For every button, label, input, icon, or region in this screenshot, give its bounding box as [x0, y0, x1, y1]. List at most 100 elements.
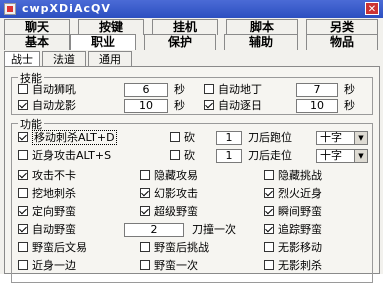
auto-dragon-checkbox[interactable]: 自动龙影 — [18, 98, 76, 113]
dig-stab-check[interactable] — [18, 188, 28, 198]
tab-items[interactable]: 物品 — [306, 34, 378, 50]
tab-script[interactable]: 脚本 — [226, 19, 298, 35]
no-lag-attack-checkbox[interactable]: 攻击不卡 — [18, 168, 76, 183]
tab-assist[interactable]: 辅助 — [224, 34, 298, 50]
chop-run-dropdown[interactable]: 十字 ▼ — [316, 131, 368, 145]
tab-warrior[interactable]: 战士 — [4, 51, 40, 67]
auto-shout-seconds-input[interactable]: 6 — [124, 83, 168, 97]
functions-group: 功能 移动刺杀ALT+D 砍 1 刀后跑位 十字 ▼ 近身攻击ALT+S 砍 1… — [11, 116, 373, 283]
tab-chat[interactable]: 聊天 — [4, 19, 70, 35]
instant-barbarian-label: 瞬间野蛮 — [278, 205, 322, 218]
auto-dragon-seconds-input[interactable]: 10 — [124, 99, 168, 113]
hide-challenge-check[interactable] — [264, 170, 274, 180]
chop-walk-count-input[interactable]: 1 — [216, 149, 242, 163]
melee-attack-check[interactable] — [18, 150, 28, 160]
chevron-down-icon[interactable]: ▼ — [354, 150, 367, 162]
fire-melee-check[interactable] — [264, 188, 274, 198]
hide-trade-label: 隐藏攻易 — [154, 169, 198, 182]
auto-nrz-unit: 秒 — [344, 99, 355, 112]
chop-walk-checkbox[interactable]: 砍 — [170, 148, 195, 163]
tab-profession[interactable]: 职业 — [70, 34, 136, 50]
auto-nrz-check[interactable] — [204, 100, 214, 110]
auto-dizhen-checkbox[interactable]: 自动地丁 — [204, 82, 262, 97]
chop-run-dropdown-value: 十字 — [320, 131, 342, 144]
hide-trade-checkbox[interactable]: 隐藏攻易 — [140, 168, 198, 183]
chop-run-label: 砍 — [184, 131, 195, 144]
phantom-attack-checkbox[interactable]: 幻影攻击 — [140, 186, 198, 201]
chevron-down-icon[interactable]: ▼ — [354, 132, 367, 144]
close-icon[interactable]: ✕ — [365, 2, 379, 15]
barbarian-then-trade-check[interactable] — [18, 242, 28, 252]
melee-side-label: 近身一边 — [32, 259, 76, 272]
super-barbarian-check[interactable] — [140, 206, 150, 216]
shadow-move-checkbox[interactable]: 无影移动 — [264, 240, 322, 255]
app-icon — [4, 3, 16, 15]
melee-side-checkbox[interactable]: 近身一边 — [18, 258, 76, 273]
no-lag-attack-check[interactable] — [18, 170, 28, 180]
chop-walk-dropdown-value: 十字 — [320, 149, 342, 162]
melee-side-check[interactable] — [18, 260, 28, 270]
shadow-stab-check[interactable] — [264, 260, 274, 270]
tab-mage-taoist[interactable]: 法道 — [42, 51, 86, 67]
shadow-stab-checkbox[interactable]: 无影刺杀 — [264, 258, 322, 273]
directed-barbarian-checkbox[interactable]: 定向野蛮 — [18, 204, 76, 219]
fire-melee-checkbox[interactable]: 烈火近身 — [264, 186, 322, 201]
auto-barbarian-checkbox[interactable]: 自动野蛮 — [18, 222, 76, 237]
chop-run-count-input[interactable]: 1 — [216, 131, 242, 145]
chase-barbarian-check[interactable] — [264, 224, 274, 234]
tab-misc[interactable]: 另类 — [306, 19, 378, 35]
instant-barbarian-check[interactable] — [264, 206, 274, 216]
auto-dragon-label: 自动龙影 — [32, 99, 76, 112]
barbarian-then-trade-checkbox[interactable]: 野蛮后文易 — [18, 240, 87, 255]
shadow-stab-label: 无影刺杀 — [278, 259, 322, 272]
chop-run-checkbox[interactable]: 砍 — [170, 130, 195, 145]
tab-row-2: 基本 职业 保护 辅助 物品 — [4, 34, 378, 50]
chase-barbarian-checkbox[interactable]: 追踪野蛮 — [264, 222, 322, 237]
shadow-move-label: 无影移动 — [278, 241, 322, 254]
auto-dizhen-unit: 秒 — [344, 83, 355, 96]
barbarian-then-challenge-checkbox[interactable]: 野蛮后挑战 — [140, 240, 209, 255]
tab-keys[interactable]: 按键 — [78, 19, 144, 35]
hide-trade-check[interactable] — [140, 170, 150, 180]
auto-shout-label: 自动狮吼 — [32, 83, 76, 96]
chop-run-check[interactable] — [170, 132, 180, 142]
directed-barbarian-check[interactable] — [18, 206, 28, 216]
auto-barbarian-suffix: 刀撞一次 — [192, 223, 236, 236]
tab-row-1: 聊天 按键 挂机 脚本 另类 — [4, 19, 378, 35]
barbarian-then-challenge-check[interactable] — [140, 242, 150, 252]
move-stab-check[interactable] — [18, 132, 28, 142]
auto-nrz-checkbox[interactable]: 自动逐日 — [204, 98, 262, 113]
tab-row-3: 战士 法道 通用 — [4, 51, 378, 67]
auto-dizhen-label: 自动地丁 — [218, 83, 262, 96]
auto-barbarian-check[interactable] — [18, 224, 28, 234]
auto-shout-checkbox[interactable]: 自动狮吼 — [18, 82, 76, 97]
auto-dizhen-seconds-input[interactable]: 7 — [296, 83, 338, 97]
dig-stab-checkbox[interactable]: 挖地刺杀 — [18, 186, 76, 201]
melee-attack-label: 近身攻击ALT+S — [32, 149, 112, 162]
barbarian-then-challenge-label: 野蛮后挑战 — [154, 241, 209, 254]
auto-dragon-check[interactable] — [18, 100, 28, 110]
chop-walk-dropdown[interactable]: 十字 ▼ — [316, 149, 368, 163]
move-stab-checkbox[interactable]: 移动刺杀ALT+D — [18, 130, 117, 145]
auto-barbarian-count-input[interactable]: 2 — [124, 223, 184, 237]
barbarian-once-checkbox[interactable]: 野蛮一次 — [140, 258, 198, 273]
tab-idle[interactable]: 挂机 — [152, 19, 218, 35]
melee-attack-checkbox[interactable]: 近身攻击ALT+S — [18, 148, 111, 163]
auto-barbarian-label: 自动野蛮 — [32, 223, 76, 236]
tab-basic[interactable]: 基本 — [4, 34, 70, 50]
auto-dizhen-check[interactable] — [204, 84, 214, 94]
auto-nrz-seconds-input[interactable]: 10 — [296, 99, 338, 113]
chop-walk-check[interactable] — [170, 150, 180, 160]
shadow-move-check[interactable] — [264, 242, 274, 252]
chop-walk-suffix: 刀后走位 — [248, 149, 292, 162]
hide-challenge-checkbox[interactable]: 隐藏挑战 — [264, 168, 322, 183]
super-barbarian-label: 超级野蛮 — [154, 205, 198, 218]
instant-barbarian-checkbox[interactable]: 瞬间野蛮 — [264, 204, 322, 219]
tab-general[interactable]: 通用 — [88, 51, 132, 67]
phantom-attack-check[interactable] — [140, 188, 150, 198]
super-barbarian-checkbox[interactable]: 超级野蛮 — [140, 204, 198, 219]
directed-barbarian-label: 定向野蛮 — [32, 205, 76, 218]
barbarian-once-check[interactable] — [140, 260, 150, 270]
tab-protect[interactable]: 保护 — [144, 34, 216, 50]
auto-shout-check[interactable] — [18, 84, 28, 94]
